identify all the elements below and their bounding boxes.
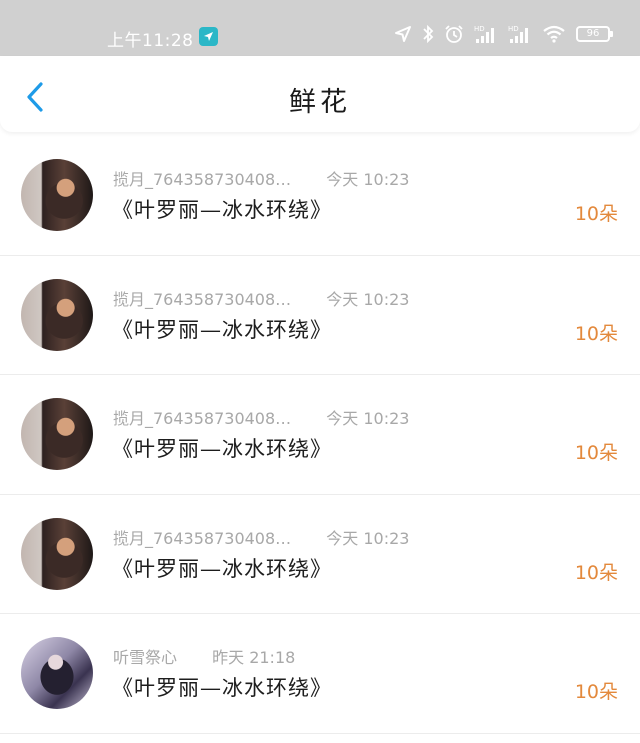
author-name: 揽月_764358730408… [113,289,292,309]
avatar[interactable] [21,278,93,351]
flower-list: 揽月_764358730408… 今天 10:23 《叶罗丽—冰水环绕》 10朵… [0,136,640,734]
battery-level: 96 [586,28,600,39]
flower-count: 10朵 [574,442,618,465]
item-meta: 揽月_764358730408… 今天 10:23 [113,286,409,310]
timestamp: 今天 10:23 [326,289,410,309]
flower-count: 10朵 [574,681,618,704]
book-title: 《叶罗丽—冰水环绕》 [112,556,332,581]
app-notification-icon [199,27,218,46]
location-arrow-icon [395,26,411,42]
list-item[interactable]: 揽月_764358730408… 今天 10:23 《叶罗丽—冰水环绕》 10朵 [0,375,640,495]
list-item[interactable]: 揽月_764358730408… 今天 10:23 《叶罗丽—冰水环绕》 10朵 [0,495,640,615]
status-icons: HD HD 96 [394,24,613,44]
wifi-icon [543,25,565,43]
bluetooth-icon [423,24,434,44]
battery-icon: 96 [576,26,613,42]
svg-text:HD: HD [508,25,519,33]
item-meta: 听雪祭心 昨天 21:18 [113,644,295,668]
item-meta: 揽月_764358730408… 今天 10:23 [113,405,409,429]
status-bar: 上午11:28 HD HD 96 [0,0,640,56]
svg-text:HD: HD [474,25,485,33]
author-name: 揽月_764358730408… [113,409,292,429]
signal-hd-2-icon: HD [508,25,528,43]
author-name: 揽月_764358730408… [113,170,292,189]
list-item[interactable]: 揽月_764358730408… 今天 10:23 《叶罗丽—冰水环绕》 10朵 [0,256,640,376]
alarm-icon [445,25,463,43]
flower-count: 10朵 [574,203,618,225]
timestamp: 今天 10:23 [326,409,410,429]
timestamp: 昨天 21:18 [212,648,296,668]
book-title: 《叶罗丽—冰水环绕》 [112,317,332,342]
avatar[interactable] [21,637,93,710]
book-title: 《叶罗丽—冰水环绕》 [112,676,332,701]
book-title: 《叶罗丽—冰水环绕》 [112,437,332,462]
author-name: 揽月_764358730408… [113,528,292,548]
signal-hd-1-icon: HD [474,25,494,43]
avatar[interactable] [21,517,93,590]
app-header: 鲜花 [0,56,640,132]
flower-count: 10朵 [574,561,618,584]
status-time: 上午11:28 [107,31,194,51]
flower-count: 10朵 [574,322,618,345]
item-meta: 揽月_764358730408… 今天 10:23 [113,525,409,549]
timestamp: 今天 10:23 [326,528,410,548]
page-title: 鲜花 [289,87,351,118]
author-name: 听雪祭心 [113,648,178,668]
timestamp: 今天 10:23 [326,170,410,189]
avatar[interactable] [21,159,93,231]
book-title: 《叶罗丽—冰水环绕》 [112,198,332,222]
item-meta: 揽月_764358730408… 今天 10:23 [113,166,409,190]
avatar[interactable] [21,398,93,471]
list-item[interactable]: 揽月_764358730408… 今天 10:23 《叶罗丽—冰水环绕》 10朵 [0,136,640,256]
list-item[interactable]: 听雪祭心 昨天 21:18 《叶罗丽—冰水环绕》 10朵 [0,614,640,734]
